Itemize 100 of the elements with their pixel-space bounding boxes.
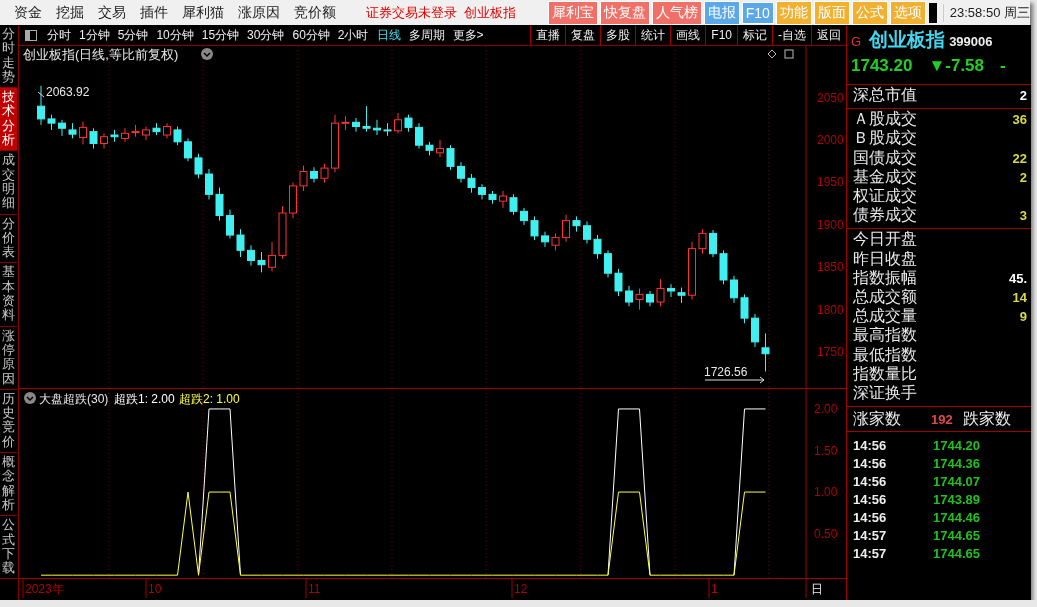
candlestick bbox=[58, 119, 66, 137]
menu-item[interactable]: 交易 bbox=[98, 3, 126, 22]
tick-price: 1744.46 bbox=[933, 509, 980, 525]
menu-item[interactable]: 竞价额 bbox=[294, 3, 336, 22]
tool-button[interactable]: 直播 bbox=[530, 25, 566, 45]
field-value: 45. bbox=[1008, 270, 1027, 286]
date-label: 11 bbox=[308, 582, 321, 596]
candlestick bbox=[194, 153, 203, 179]
axis-label: 1750 bbox=[817, 345, 844, 360]
field-label: 基金成交 bbox=[853, 166, 917, 187]
side-tab[interactable]: 历史竞价 bbox=[0, 389, 17, 453]
field-label: 涨家数 bbox=[853, 408, 901, 429]
badge-label: G bbox=[851, 34, 862, 49]
field-label: 国债成交 bbox=[853, 147, 917, 168]
period-tab[interactable]: 1分钟 bbox=[75, 26, 114, 44]
candlestick bbox=[457, 161, 465, 183]
tick-time: 14:56 bbox=[853, 509, 888, 525]
panel-toggle-icon[interactable] bbox=[25, 29, 37, 41]
period-tab[interactable]: 60分钟 bbox=[288, 26, 334, 44]
legend-label: 超跌1: 2.00 bbox=[114, 392, 175, 406]
side-tab[interactable]: 基本资料 bbox=[0, 263, 17, 327]
side-tab[interactable]: 概念解析 bbox=[0, 453, 17, 517]
tick-time: 14:57 bbox=[853, 527, 888, 543]
square-icon[interactable] bbox=[784, 49, 794, 59]
tool-button[interactable]: 多股 bbox=[600, 25, 636, 45]
side-tab[interactable]: 成交明细 bbox=[0, 151, 17, 215]
side-tab[interactable]: 涨停原因 bbox=[0, 326, 17, 390]
candlestick bbox=[478, 183, 486, 200]
field-label: 指数振幅 bbox=[853, 267, 917, 288]
period-tab[interactable]: 30分钟 bbox=[243, 26, 289, 44]
tick-price: 1744.65 bbox=[933, 527, 980, 543]
side-tab[interactable]: 公式下载 bbox=[0, 516, 17, 580]
period-label: 日 bbox=[811, 582, 823, 596]
candlestick bbox=[709, 229, 717, 258]
candlestick bbox=[415, 122, 423, 150]
candlestick bbox=[299, 165, 308, 192]
legend-label: 超跌2: 1.00 bbox=[179, 392, 240, 406]
candlestick bbox=[352, 117, 360, 133]
axis-label: 2000 bbox=[817, 133, 844, 148]
field-value: 2 bbox=[1019, 169, 1027, 185]
period-tab[interactable]: 日线 bbox=[372, 26, 405, 44]
field-value: 36 bbox=[1012, 112, 1027, 128]
candlestick bbox=[635, 287, 644, 311]
period-tab[interactable]: 多周期 bbox=[404, 26, 449, 44]
candlestick bbox=[436, 139, 444, 158]
tool-button[interactable]: 画线 bbox=[670, 25, 706, 45]
axis-label: 2050 bbox=[817, 90, 844, 105]
period-tab[interactable]: 2小时 bbox=[333, 26, 373, 44]
period-tab[interactable]: 更多> bbox=[448, 26, 488, 44]
period-tab[interactable]: 15分钟 bbox=[197, 26, 244, 44]
candlestick bbox=[184, 137, 192, 162]
menu-item[interactable]: 涨原因 bbox=[238, 3, 280, 22]
date-label: 1 bbox=[711, 582, 718, 596]
field-label: 指数量比 bbox=[853, 363, 917, 384]
axis-label: 2.00 bbox=[814, 401, 838, 416]
tool-button[interactable]: 复盘 bbox=[565, 25, 601, 45]
chevron-icon[interactable] bbox=[201, 48, 213, 60]
tick-time: 14:56 bbox=[853, 455, 888, 471]
tool-button[interactable]: -自选 bbox=[772, 25, 811, 45]
period-tab[interactable]: 分时 bbox=[43, 26, 75, 44]
menu-item[interactable]: 犀利猫 bbox=[182, 3, 224, 22]
tick-price: 1743.89 bbox=[933, 491, 980, 507]
axis-label: 1950 bbox=[817, 175, 844, 190]
indicator-title: 大盘超跌(30) bbox=[39, 392, 109, 406]
axis-label: 1900 bbox=[817, 217, 844, 232]
menu-item[interactable]: 挖掘 bbox=[56, 3, 84, 22]
candlestick bbox=[215, 187, 224, 222]
candlestick bbox=[446, 144, 455, 171]
period-tab[interactable]: 5分钟 bbox=[113, 26, 153, 44]
side-tab[interactable]: 分价表 bbox=[0, 214, 17, 264]
candlestick bbox=[667, 283, 675, 298]
side-tab[interactable]: 技术分析 bbox=[0, 88, 17, 152]
field-label: 昨日收盘 bbox=[853, 248, 917, 269]
price-value: 1743.20 bbox=[851, 56, 913, 76]
candlestick bbox=[226, 209, 234, 239]
period-tab[interactable]: 10分钟 bbox=[152, 26, 198, 44]
field-label: 债券成交 bbox=[853, 205, 917, 226]
candlestick bbox=[310, 166, 318, 183]
tool-button[interactable]: 标记 bbox=[737, 25, 772, 45]
separator-block bbox=[928, 2, 937, 23]
candlestick bbox=[593, 234, 602, 260]
candlestick bbox=[625, 285, 633, 307]
tick-price: 1744.20 bbox=[933, 437, 980, 453]
index-code: 399006 bbox=[949, 34, 993, 49]
tool-button[interactable]: 统计 bbox=[635, 25, 671, 45]
candlestick bbox=[373, 119, 381, 136]
chevron-icon[interactable] bbox=[24, 392, 36, 404]
tick-price: 1744.65 bbox=[933, 545, 980, 561]
field-label: 最高指数 bbox=[853, 325, 917, 346]
diamond-icon[interactable] bbox=[767, 49, 777, 59]
index-name: 创业板指 bbox=[869, 28, 946, 52]
menu-item[interactable]: 资金 bbox=[14, 3, 42, 22]
candlestick bbox=[467, 173, 476, 194]
axis-label: 0.50 bbox=[814, 526, 838, 541]
tool-button[interactable]: F10 bbox=[705, 25, 737, 45]
candlestick bbox=[604, 249, 612, 278]
candlestick bbox=[730, 275, 738, 304]
field-value: 9 bbox=[1019, 309, 1027, 325]
menu-item[interactable]: 插件 bbox=[140, 3, 168, 22]
candlestick bbox=[562, 214, 570, 243]
